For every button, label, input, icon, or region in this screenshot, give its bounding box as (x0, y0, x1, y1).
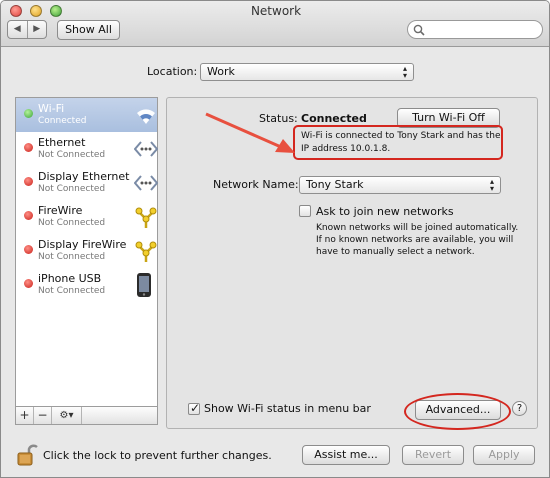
network-preferences-window: Network ◀ ▶ Show All Location: Work ▴ ▾ W… (0, 0, 550, 478)
service-name: Display FireWire (38, 238, 127, 251)
add-service-button[interactable]: + (16, 407, 34, 424)
forward-arrow-icon[interactable]: ▶ (26, 21, 47, 38)
ask-join-note-line-3: have to manually select a network. (316, 247, 475, 257)
service-status: Not Connected (38, 218, 106, 228)
remove-service-button[interactable]: − (34, 407, 52, 424)
lock-icon[interactable] (16, 443, 38, 467)
ask-join-note-line-2: If no known networks are available, you … (316, 235, 514, 245)
annotation-oval (404, 393, 511, 430)
service-list: Wi-Fi Connected Ethernet Not Connected D… (15, 97, 158, 407)
service-list-controls: + − ⚙▾ (15, 407, 158, 425)
toolbar: Network ◀ ▶ Show All (1, 1, 549, 47)
network-name-label: Network Name: (213, 178, 299, 191)
status-indicator (24, 109, 33, 118)
service-status: Not Connected (38, 150, 106, 160)
back-forward-control: ◀ ▶ (7, 20, 47, 39)
gear-menu-button[interactable]: ⚙▾ (52, 407, 82, 424)
service-item-firewire[interactable]: FireWire Not Connected (16, 200, 157, 234)
back-arrow-icon[interactable]: ◀ (8, 21, 27, 38)
status-indicator (24, 279, 33, 288)
revert-button[interactable]: Revert (402, 445, 464, 465)
ask-join-label: Ask to join new networks (316, 205, 454, 218)
assist-me-button[interactable]: Assist me... (302, 445, 390, 465)
service-item-ethernet[interactable]: Ethernet Not Connected (16, 132, 158, 166)
iphone-icon (137, 273, 151, 297)
ethernet-icon (134, 141, 158, 157)
service-name: Ethernet (38, 136, 86, 149)
service-item-display-ethernet[interactable]: Display Ethernet Not Connected (16, 166, 158, 200)
service-name: Wi-Fi (38, 102, 65, 115)
popup-arrows-icon: ▴ ▾ (489, 177, 494, 193)
apply-button[interactable]: Apply (473, 445, 535, 465)
status-indicator (24, 177, 33, 186)
service-status: Not Connected (38, 184, 106, 194)
service-status: Not Connected (38, 286, 106, 296)
firewire-icon (135, 241, 157, 262)
status-indicator (24, 143, 33, 152)
service-name: iPhone USB (38, 272, 102, 285)
show-all-button[interactable]: Show All (57, 20, 120, 40)
status-indicator (24, 245, 33, 254)
search-icon (413, 24, 425, 36)
service-status: Not Connected (38, 252, 106, 262)
network-name-popup[interactable]: Tony Stark ▴ ▾ (299, 176, 501, 194)
search-input[interactable] (428, 22, 538, 37)
lock-text: Click the lock to prevent further change… (43, 449, 272, 462)
show-wifi-status-label: Show Wi-Fi status in menu bar (204, 402, 371, 415)
status-value: Connected (301, 112, 367, 125)
service-name: FireWire (38, 204, 83, 217)
annotation-box (293, 125, 503, 160)
location-popup[interactable]: Work ▴ ▾ (200, 63, 414, 81)
window-title: Network (250, 4, 302, 18)
service-item-wifi[interactable]: Wi-Fi Connected (16, 98, 157, 132)
show-wifi-status-checkbox[interactable] (188, 401, 200, 415)
help-button[interactable]: ? (512, 401, 527, 416)
location-label: Location: (147, 65, 198, 78)
service-name: Display Ethernet (38, 170, 130, 183)
status-indicator (24, 211, 33, 220)
service-status: Connected (38, 116, 87, 126)
network-name-value: Tony Stark (306, 178, 364, 191)
wifi-icon (137, 109, 155, 124)
service-item-iphone-usb[interactable]: iPhone USB Not Connected (16, 268, 157, 302)
firewire-icon (135, 207, 157, 228)
service-item-display-firewire[interactable]: Display FireWire Not Connected (16, 234, 157, 268)
ask-join-checkbox[interactable] (299, 205, 311, 217)
search-field[interactable] (407, 20, 543, 39)
popup-arrows-icon: ▴ ▾ (402, 64, 407, 80)
annotation-arrow-icon (205, 112, 295, 153)
ask-join-note-line-1: Known networks will be joined automatica… (316, 223, 519, 233)
ethernet-icon (134, 175, 158, 191)
location-value: Work (207, 65, 235, 78)
